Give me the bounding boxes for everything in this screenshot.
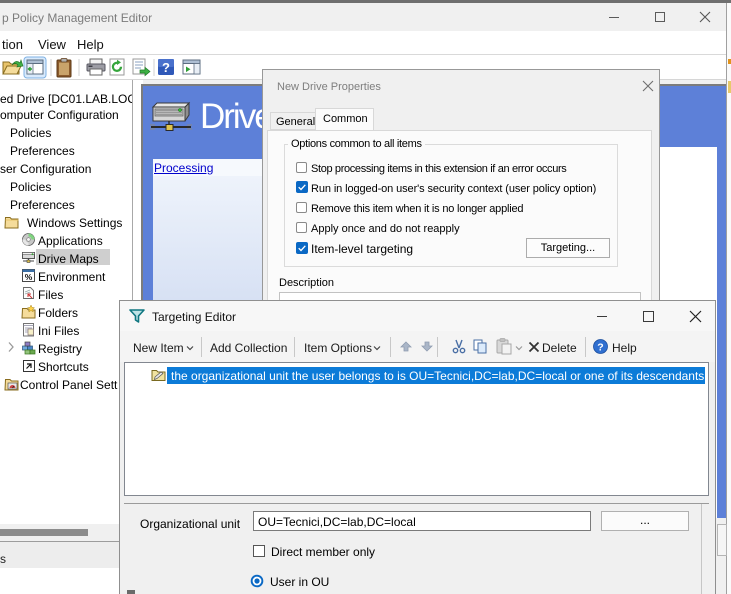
- svg-text:%: %: [25, 272, 33, 282]
- svg-text:?: ?: [162, 60, 170, 75]
- svg-text:?: ?: [597, 342, 603, 354]
